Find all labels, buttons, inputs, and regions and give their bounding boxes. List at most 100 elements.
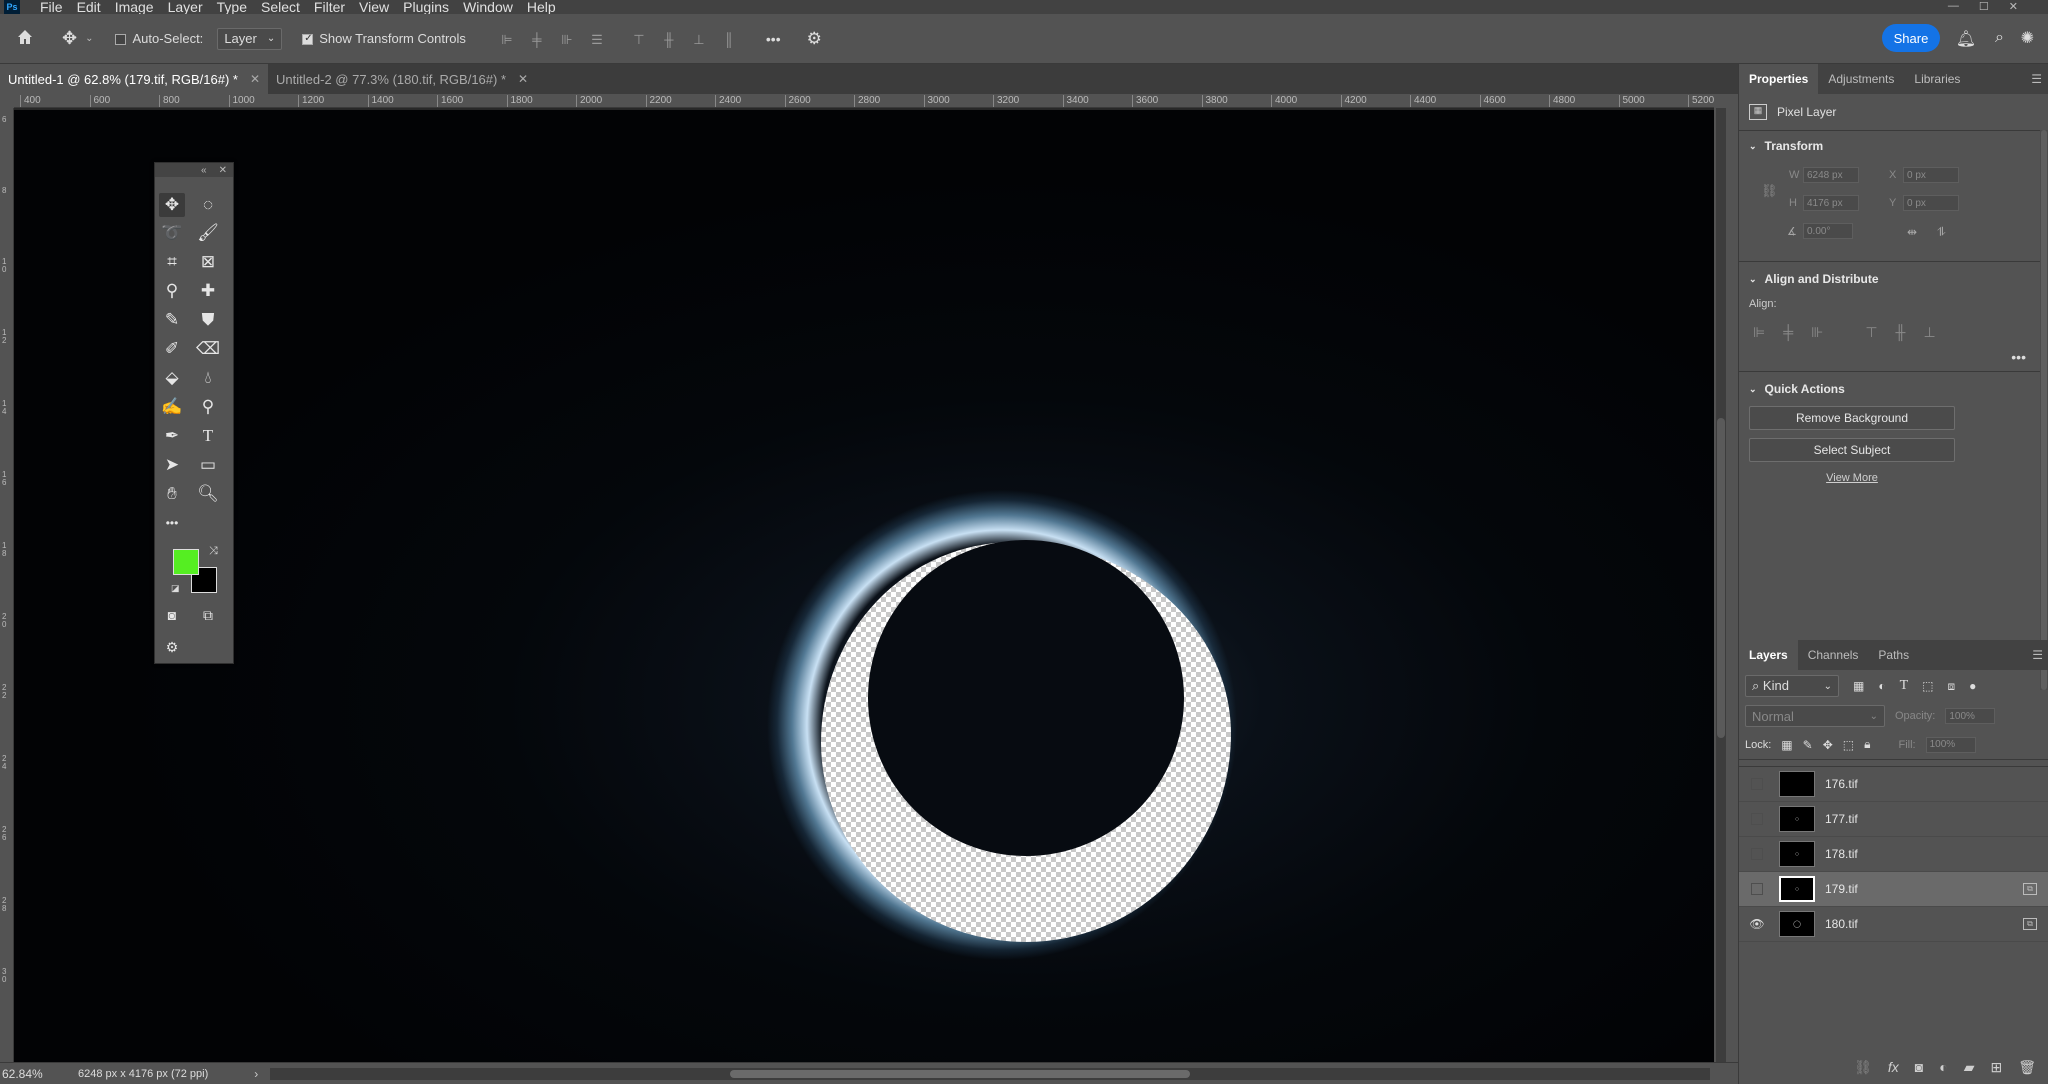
scrollbar-thumb[interactable] (2041, 130, 2047, 690)
opacity-input[interactable]: 100% (1945, 708, 1996, 724)
type-icon[interactable]: T (195, 424, 221, 448)
sparkle-icon[interactable]: ✺ (2021, 28, 2034, 48)
layer-filter-dropdown[interactable]: ⌕ Kind ⌄ (1745, 675, 1839, 697)
layer-name[interactable]: 179.tif (1825, 882, 2023, 896)
more-options-button[interactable]: ••• (766, 31, 781, 47)
foreground-color-swatch[interactable] (173, 549, 199, 575)
chevron-right-icon[interactable]: › (254, 1067, 258, 1081)
layer-row-selected[interactable]: ○ 179.tif ⧉ (1739, 872, 2048, 907)
swap-colors-icon[interactable]: ⤨ (209, 545, 218, 558)
layer-name[interactable]: 176.tif (1825, 777, 2048, 791)
path-selection-icon[interactable]: ➤ (159, 453, 185, 477)
align-horizontal-centers-icon[interactable]: ╪ (1783, 324, 1793, 341)
fill-input[interactable]: 100% (1925, 736, 1976, 753)
tab-channels[interactable]: Channels (1798, 640, 1869, 670)
tools-panel-header[interactable]: « ✕ (155, 163, 233, 177)
home-icon[interactable] (16, 28, 34, 49)
lock-artboard-icon[interactable]: ⬚ (1843, 738, 1854, 752)
move-tool-icon[interactable]: ✥ (159, 193, 185, 217)
add-mask-icon[interactable]: ◙ (1915, 1059, 1923, 1076)
layer-name[interactable]: 178.tif (1825, 847, 2048, 861)
dodge-icon[interactable]: ✍ (159, 395, 185, 419)
quick-selection-icon[interactable]: 🖌︎ (195, 221, 221, 245)
close-icon[interactable]: ✕ (219, 165, 227, 176)
brush-icon[interactable]: ✎ (159, 308, 185, 332)
checkbox-icon[interactable] (115, 34, 127, 46)
menu-plugins[interactable]: Plugins (403, 0, 449, 14)
healing-brush-icon[interactable]: ✚ (195, 279, 221, 303)
menu-window[interactable]: Window (463, 0, 513, 14)
align-bottom-edges-icon[interactable]: ⊥ (1923, 324, 1935, 341)
filter-shape-icon[interactable]: ⬚ (1922, 679, 1933, 693)
screen-mode-icon[interactable]: ⧉ (195, 603, 221, 627)
width-input[interactable]: 6248 px (1803, 167, 1859, 183)
eraser-icon[interactable]: ⌫ (195, 337, 221, 361)
bell-icon[interactable]: 🔔︎ (1956, 29, 1976, 49)
tab-paths[interactable]: Paths (1868, 640, 1919, 670)
new-group-icon[interactable]: ▰ (1964, 1059, 1975, 1076)
layer-row[interactable]: 176.tif (1739, 767, 2048, 802)
link-layers-icon[interactable]: ⛓ (1854, 1059, 1872, 1076)
visibility-toggle[interactable] (1739, 813, 1775, 825)
panel-menu-icon[interactable]: ☰ (2031, 72, 2042, 86)
layer-row[interactable]: 👁︎ ◯ 180.tif ⧉ (1739, 907, 2048, 942)
gear-icon[interactable]: ⚙ (807, 29, 822, 49)
quick-mask-icon[interactable]: ◙ (159, 603, 185, 627)
hand-icon[interactable]: ✋︎ (159, 482, 185, 506)
menu-image[interactable]: Image (115, 0, 154, 14)
minimize-icon[interactable]: — (1948, 0, 1959, 13)
flip-horizontal-icon[interactable]: ⇹ (1907, 225, 1917, 239)
lock-image-icon[interactable]: ✎ (1803, 738, 1813, 752)
new-layer-icon[interactable]: ⊞ (1990, 1059, 2002, 1076)
align-section-header[interactable]: ⌄ Align and Distribute (1749, 272, 2038, 286)
quick-actions-header[interactable]: ⌄ Quick Actions (1749, 382, 2038, 396)
align-center-icon[interactable]: ╪ (530, 32, 544, 47)
zoom-level[interactable]: 62.84% (2, 1067, 72, 1081)
auto-select-dropdown[interactable]: Layer ⌄ (217, 27, 283, 50)
align-right-edges-icon[interactable]: ⊪ (1811, 324, 1823, 341)
more-tools-icon[interactable]: ••• (159, 511, 185, 535)
close-icon[interactable]: ✕ (250, 72, 260, 86)
menu-filter[interactable]: Filter (314, 0, 345, 14)
filter-adjustment-icon[interactable]: ◐ (1878, 679, 1885, 693)
clone-stamp-icon[interactable]: ⛊ (195, 308, 221, 332)
x-input[interactable]: 0 px (1903, 167, 1959, 183)
search-icon[interactable]: ⌕ (1995, 29, 2004, 47)
lasso-icon[interactable]: ➰ (159, 221, 185, 245)
rectangle-icon[interactable]: ▭ (195, 453, 221, 477)
scrollbar-thumb[interactable] (730, 1070, 1190, 1078)
distribute-vertical-icon[interactable]: ║ (722, 32, 736, 47)
panel-menu-icon[interactable]: ☰ (2032, 648, 2043, 662)
canvas-vertical-scrollbar[interactable] (1716, 108, 1726, 1062)
distribute-icon[interactable]: ☰ (590, 32, 604, 47)
history-brush-icon[interactable]: ✐ (159, 337, 185, 361)
menu-select[interactable]: Select (261, 0, 300, 14)
menu-layer[interactable]: Layer (168, 0, 203, 14)
close-window-icon[interactable]: ✕ (2009, 0, 2018, 13)
tab-properties[interactable]: Properties (1739, 64, 1819, 94)
pen-icon[interactable]: ✒ (159, 424, 185, 448)
chevron-down-icon[interactable]: ⌄ (85, 33, 93, 44)
tab-libraries[interactable]: Libraries (1904, 64, 1970, 94)
maximize-icon[interactable]: ☐ (1979, 0, 1989, 13)
align-bottom-icon[interactable]: ⊥ (692, 32, 706, 47)
horizontal-scrollbar[interactable] (270, 1068, 1710, 1080)
layer-name[interactable]: 177.tif (1825, 812, 2048, 826)
lock-transparent-icon[interactable]: ▦ (1781, 738, 1792, 752)
show-transform-checkbox[interactable]: Show Transform Controls (302, 31, 466, 46)
menu-view[interactable]: View (359, 0, 389, 14)
blend-mode-dropdown[interactable]: Normal ⌄ (1745, 705, 1885, 727)
default-colors-icon[interactable]: ◪ (171, 583, 180, 594)
align-right-icon[interactable]: ⊪ (560, 32, 574, 47)
adjustment-layer-icon[interactable]: ◐ (1939, 1059, 1947, 1076)
height-input[interactable]: 4176 px (1803, 195, 1859, 211)
view-more-link[interactable]: View More (1749, 472, 1955, 484)
tab-layers[interactable]: Layers (1739, 640, 1798, 670)
auto-select-checkbox[interactable]: Auto-Select: (115, 31, 203, 46)
filter-smart-object-icon[interactable]: ⧈ (1948, 679, 1956, 694)
angle-input[interactable]: 0.00° (1803, 223, 1853, 239)
layer-row[interactable]: ○ 178.tif (1739, 837, 2048, 872)
sponge-icon[interactable]: ⚲ (195, 395, 221, 419)
edit-toolbar-icon[interactable]: ⚙ (159, 635, 185, 659)
eyedropper-icon[interactable]: ⚲ (159, 279, 185, 303)
